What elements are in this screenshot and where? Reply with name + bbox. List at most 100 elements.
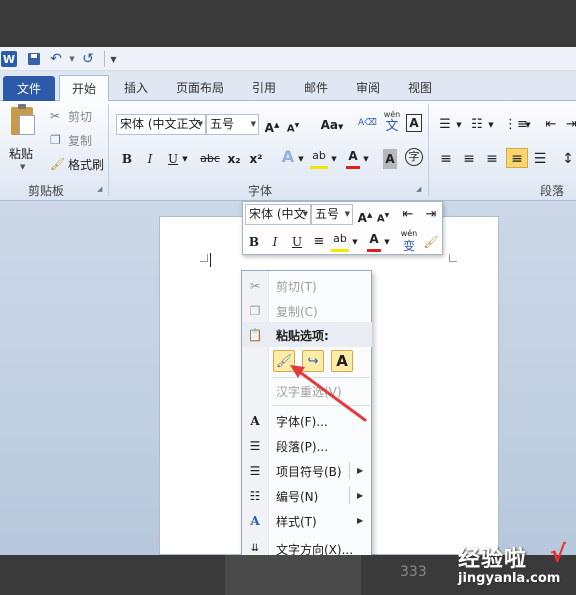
decrease-indent-icon[interactable]: ⇤ bbox=[400, 205, 416, 225]
font-size-combo[interactable]: 五号 ▼ bbox=[206, 114, 259, 135]
undo-dropdown-icon[interactable]: ▼ bbox=[64, 51, 80, 67]
mini-font-name-combo[interactable]: 宋体 (中文 ▼ bbox=[245, 204, 311, 225]
tab-home[interactable]: 开始 bbox=[59, 75, 109, 102]
mini-center-icon[interactable]: ≡ bbox=[311, 232, 327, 252]
bold-button[interactable]: B bbox=[120, 149, 134, 169]
copy-button[interactable]: ❐ 复制 bbox=[50, 130, 92, 150]
tab-insert[interactable]: 插入 bbox=[116, 75, 156, 101]
chevron-down-icon[interactable]: ▼ bbox=[297, 149, 305, 169]
distributed-icon[interactable]: ☰ bbox=[532, 149, 548, 169]
grow-font-icon[interactable]: A▲ bbox=[357, 205, 373, 225]
customize-qat-icon[interactable]: ▼ bbox=[104, 51, 120, 67]
highlight-color-bar bbox=[331, 249, 349, 252]
text-effects-icon[interactable]: A bbox=[280, 147, 296, 167]
align-center-icon[interactable]: ≡ bbox=[461, 149, 477, 169]
menu-item-copy[interactable]: ❐ 复制(C) bbox=[242, 298, 372, 323]
menu-item-font[interactable]: A 字体(F)... bbox=[242, 408, 372, 433]
chevron-down-icon[interactable]: ▼ bbox=[524, 115, 532, 135]
chevron-down-icon[interactable]: ▼ bbox=[487, 115, 495, 135]
italic-button[interactable]: I bbox=[143, 149, 157, 169]
tab-file[interactable]: 文件 bbox=[3, 76, 55, 102]
redo-icon[interactable]: ↺ bbox=[80, 51, 96, 67]
tab-mailings[interactable]: 邮件 bbox=[296, 75, 336, 101]
menu-item-cut[interactable]: ✂ 剪切(T) bbox=[242, 273, 372, 298]
tab-page-layout[interactable]: 页面布局 bbox=[168, 75, 232, 101]
enclose-char-icon[interactable]: 字 bbox=[405, 148, 423, 166]
underline-button[interactable]: U bbox=[166, 149, 180, 169]
highlight-icon[interactable]: ab bbox=[310, 146, 328, 166]
multilevel-list-icon[interactable]: ⋮≡ bbox=[504, 115, 528, 135]
save-icon[interactable] bbox=[26, 51, 42, 67]
menu-item-hanzi-reconvert[interactable]: 汉字重选(V) bbox=[242, 378, 372, 403]
mini-italic-button[interactable]: I bbox=[268, 232, 282, 252]
strikethrough-button[interactable]: abc bbox=[199, 149, 221, 169]
superscript-button[interactable]: x² bbox=[248, 149, 264, 169]
undo-icon[interactable]: ↶ bbox=[48, 51, 64, 67]
word-logo-icon: W bbox=[1, 51, 17, 67]
mini-pinyin-icon[interactable]: wén 变 bbox=[399, 228, 419, 252]
mini-underline-button[interactable]: U bbox=[290, 232, 304, 252]
font-icon: A bbox=[250, 414, 260, 428]
pinyin-guide-icon[interactable]: wén 文 bbox=[382, 109, 402, 133]
chevron-down-icon[interactable]: ▼ bbox=[455, 115, 463, 135]
tab-view[interactable]: 视图 bbox=[400, 75, 440, 101]
numbering-icon[interactable]: ☷ bbox=[470, 115, 484, 135]
menu-item-paragraph[interactable]: ☰ 段落(P)... bbox=[242, 433, 372, 458]
cut-button[interactable]: ✂ 剪切 bbox=[50, 106, 92, 126]
mini-format-painter-icon[interactable]: 🖌 bbox=[423, 232, 439, 252]
subscript-button[interactable]: x₂ bbox=[226, 149, 242, 169]
paste-options-label: 粘贴选项: bbox=[276, 329, 329, 343]
mini-bold-button[interactable]: B bbox=[247, 232, 261, 252]
mini-font-size-value: 五号 bbox=[315, 207, 340, 221]
shrink-font-icon[interactable]: A▼ bbox=[376, 206, 390, 226]
menu-item-styles-label: 样式(T) bbox=[276, 515, 317, 529]
paste-keep-text-only-icon[interactable]: A bbox=[331, 350, 353, 372]
scissors-icon: ✂ bbox=[249, 279, 261, 293]
bullets-icon: ☰ bbox=[249, 464, 261, 478]
char-shading-icon[interactable]: A bbox=[383, 149, 397, 169]
chevron-down-icon[interactable]: ▼ bbox=[181, 149, 189, 169]
grow-font-icon[interactable]: A▲ bbox=[264, 115, 280, 135]
justify-icon[interactable]: ≡ bbox=[506, 148, 528, 168]
increase-indent-icon[interactable]: ⇥ bbox=[566, 115, 576, 135]
bullets-icon[interactable]: ☰ bbox=[438, 115, 452, 135]
shrink-font-icon[interactable]: A▼ bbox=[286, 116, 300, 136]
paste-keep-source-format-icon[interactable]: 🖌 bbox=[273, 350, 295, 372]
format-painter-button[interactable]: 🖌 格式刷 bbox=[50, 154, 104, 174]
mini-font-size-combo[interactable]: 五号 ▼ bbox=[311, 204, 353, 225]
paragraph-icon: ☰ bbox=[249, 439, 261, 453]
submenu-arrow-icon: ▶ bbox=[357, 516, 364, 525]
font-name-combo[interactable]: 宋体 (中文正文 ▼ bbox=[116, 114, 206, 135]
paste-label: 粘贴 bbox=[9, 147, 34, 161]
line-spacing-icon[interactable]: ↕ bbox=[560, 149, 576, 169]
menu-item-hanzi-label: 汉字重选(V) bbox=[276, 385, 342, 399]
chevron-down-icon[interactable]: ▼ bbox=[383, 232, 391, 252]
clipboard-launcher-icon[interactable]: ◢ bbox=[97, 185, 102, 193]
char-border-icon[interactable]: A bbox=[406, 114, 422, 132]
menu-item-bullets[interactable]: ☰ 项目符号(B) ▶ bbox=[242, 458, 372, 483]
clipboard-icon: 📋 bbox=[247, 328, 263, 342]
menu-item-numbering[interactable]: ☷ 编号(N) ▶ bbox=[242, 483, 372, 508]
align-left-icon[interactable]: ≡ bbox=[438, 149, 454, 169]
font-color-icon[interactable]: A bbox=[346, 146, 360, 166]
menu-separator bbox=[272, 405, 370, 406]
chevron-down-icon[interactable]: ▼ bbox=[362, 149, 370, 169]
change-case-button[interactable]: Aa▼ bbox=[318, 115, 346, 135]
tab-review[interactable]: 审阅 bbox=[348, 75, 388, 101]
menu-item-styles[interactable]: A 样式(T) ▶ bbox=[242, 508, 372, 533]
increase-indent-icon[interactable]: ⇥ bbox=[423, 205, 439, 225]
font-launcher-icon[interactable]: ◢ bbox=[416, 185, 421, 193]
text-cursor bbox=[210, 253, 211, 267]
chevron-down-icon[interactable]: ▼ bbox=[330, 149, 338, 169]
tab-references[interactable]: 引用 bbox=[244, 75, 284, 101]
mini-font-color-icon[interactable]: A bbox=[367, 229, 381, 249]
paste-merge-format-icon[interactable]: ↪ bbox=[302, 350, 324, 372]
cut-label: 剪切 bbox=[68, 109, 93, 124]
mini-highlight-icon[interactable]: ab bbox=[331, 229, 349, 249]
paste-button[interactable]: 粘贴 ▼ bbox=[6, 104, 40, 177]
clear-format-icon[interactable]: A⌫ bbox=[358, 113, 377, 133]
align-right-icon[interactable]: ≡ bbox=[484, 149, 500, 169]
paste-dropdown-icon: ▼ bbox=[20, 163, 26, 171]
decrease-indent-icon[interactable]: ⇤ bbox=[544, 115, 558, 135]
chevron-down-icon[interactable]: ▼ bbox=[351, 232, 359, 252]
